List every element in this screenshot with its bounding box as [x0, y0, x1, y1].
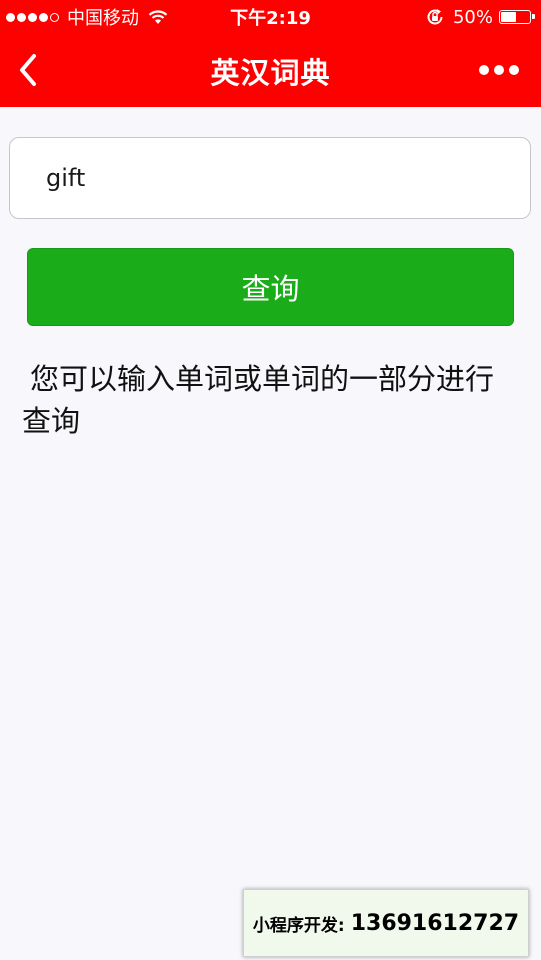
more-dot-icon: [479, 65, 489, 75]
promo-banner[interactable]: 小程序开发: 13691612727: [243, 889, 529, 957]
rotation-lock-icon: [427, 9, 443, 25]
promo-phone: 13691612727: [350, 910, 520, 936]
battery-icon: [499, 10, 535, 24]
query-button[interactable]: 查询: [27, 248, 514, 326]
more-dot-icon: [494, 65, 504, 75]
more-button[interactable]: [479, 62, 519, 78]
page-title: 英汉词典: [210, 55, 331, 90]
battery-percent: 50%: [452, 6, 493, 28]
battery-level-fill: [501, 12, 516, 22]
status-right: 50%: [425, 0, 535, 34]
hint-text: 您可以输入单词或单词的一部分进行查询: [22, 362, 495, 438]
status-bar: 中国移动 下午2:19 50%: [0, 0, 541, 34]
more-dot-icon: [509, 65, 519, 75]
search-input[interactable]: [9, 137, 531, 219]
navigation-bar: 英汉词典: [0, 34, 541, 107]
promo-label: 小程序开发:: [252, 915, 345, 936]
